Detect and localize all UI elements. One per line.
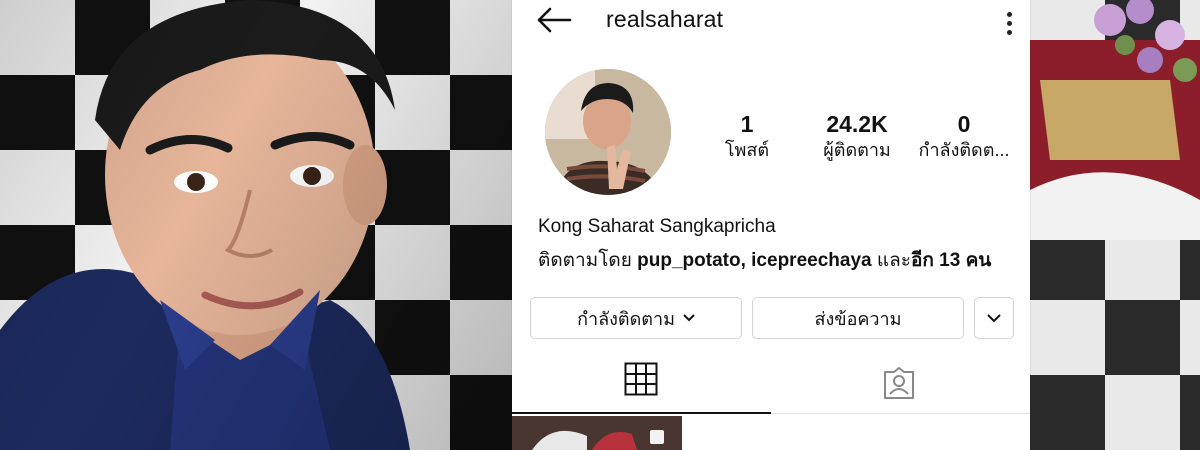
back-arrow-icon <box>537 7 572 33</box>
following-button[interactable]: กำลังติดตาม <box>530 297 742 339</box>
tagged-person-icon <box>884 367 914 399</box>
followers-label: ผู้ติดตาม <box>823 140 891 160</box>
posts-label: โพสต์ <box>724 140 770 160</box>
following-label: กำลังติดต... <box>918 140 1010 160</box>
followed-by-others: อีก 13 คน <box>910 250 992 271</box>
message-button[interactable]: ส่งข้อความ <box>752 297 964 339</box>
profile-full-name: Kong Saharat Sangkapricha <box>538 216 776 237</box>
suggested-accounts-button[interactable] <box>974 297 1014 339</box>
back-button[interactable] <box>534 4 574 36</box>
chevron-down-icon <box>987 313 1001 322</box>
post-thumbnail-image <box>512 416 682 450</box>
instagram-profile-screen: realsaharat 1 โพสต์ 24.2K ผู้ติดตาม 0 กำ… <box>512 0 1030 450</box>
profile-tabs <box>512 352 1030 414</box>
tab-active-indicator <box>512 412 771 414</box>
tab-tagged[interactable] <box>771 352 1030 414</box>
grid-icon <box>624 362 658 396</box>
profile-username: realsaharat <box>606 6 724 32</box>
chevron-down-icon <box>683 314 695 322</box>
posts-stat: 1 โพสต์ <box>717 110 777 162</box>
followed-by-and: และ <box>876 250 911 271</box>
following-button-label: กำลังติดตาม <box>577 308 675 329</box>
top-bar: realsaharat <box>512 0 1030 50</box>
post-thumbnail[interactable] <box>512 416 682 450</box>
posts-count: 1 <box>740 111 754 137</box>
followers-stat[interactable]: 24.2K ผู้ติดตาม <box>802 110 912 162</box>
followed-by-prefix: ติดตามโดย <box>538 250 632 271</box>
message-button-label: ส่งข้อความ <box>814 308 902 329</box>
avatar-photo <box>545 69 671 195</box>
tab-posts-grid[interactable] <box>512 352 771 414</box>
more-vertical-icon <box>1000 12 1018 35</box>
right-photo <box>1030 0 1200 450</box>
flower-chair-illustration <box>1030 0 1200 240</box>
followers-count: 24.2K <box>826 111 888 137</box>
following-count: 0 <box>957 111 971 137</box>
followed-by-text[interactable]: ติดตามโดย pup_potato, icepreechaya และอี… <box>538 245 991 275</box>
following-stat[interactable]: 0 กำลังติดต... <box>912 110 1016 162</box>
avatar[interactable] <box>545 69 671 195</box>
left-photo <box>0 0 512 450</box>
more-options-button[interactable] <box>1000 12 1018 42</box>
followed-by-users: pup_potato, icepreechaya <box>637 250 872 271</box>
